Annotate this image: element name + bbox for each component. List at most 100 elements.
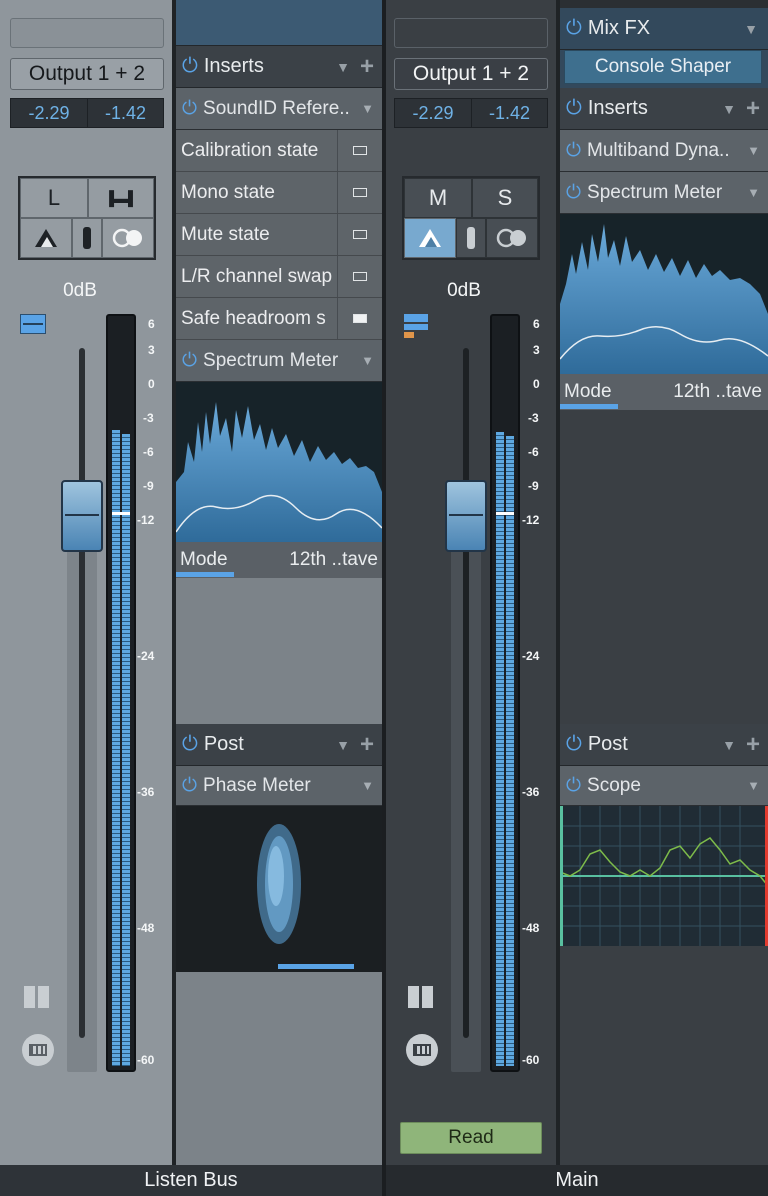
param-calibration-state[interactable]: Calibration state <box>176 130 382 172</box>
dropdown-triangle-icon[interactable]: ▼ <box>361 778 374 793</box>
power-icon[interactable]: ⏻ <box>182 733 198 756</box>
main-group-icon[interactable] <box>404 314 430 338</box>
plugin-name: Phase Meter <box>203 774 311 796</box>
listen-bus-mic-button[interactable] <box>72 218 102 258</box>
param-checkbox[interactable] <box>337 256 382 297</box>
power-icon[interactable]: ⏻ <box>182 350 197 372</box>
param-checkbox[interactable] <box>337 214 382 255</box>
power-icon[interactable]: ⏻ <box>566 17 582 40</box>
plus-icon[interactable]: + <box>746 95 760 123</box>
listen-bus-monitor-button[interactable] <box>20 218 72 258</box>
listen-bus-cue-button[interactable]: ▐▬▌ <box>88 178 154 218</box>
main-stereo-button[interactable] <box>486 218 538 258</box>
listen-bus-channel-name[interactable]: Listen Bus <box>0 1165 382 1196</box>
listen-bus-insert-soundid[interactable]: ⏻ SoundID Refere.. ▼ <box>176 88 382 130</box>
listen-bus-inserts-header[interactable]: ⏻ Inserts ▼ + <box>176 46 382 88</box>
param-checkbox[interactable] <box>337 172 382 213</box>
param-mute-state[interactable]: Mute state <box>176 214 382 256</box>
listen-bus-post-phase-meter[interactable]: ⏻ Phase Meter ▼ <box>176 766 382 806</box>
plus-icon[interactable]: + <box>746 731 760 759</box>
power-icon[interactable]: ⏻ <box>566 733 582 756</box>
param-checkbox[interactable] <box>337 130 382 171</box>
main-automation-read-button[interactable]: Read <box>400 1122 542 1154</box>
main-scale-m9: -9 <box>528 479 539 493</box>
plus-icon[interactable]: + <box>360 53 374 81</box>
power-icon[interactable]: ⏻ <box>182 98 197 120</box>
main-console-shaper[interactable]: Console Shaper <box>564 50 762 84</box>
main-inserts-empty <box>560 410 768 724</box>
main-post-header[interactable]: ⏻ Post ▼ + <box>560 724 768 766</box>
listen-bus-stereo-button[interactable] <box>102 218 154 258</box>
listen-bus-insert-spectrum-meter[interactable]: ⏻ Spectrum Meter ▼ <box>176 340 382 382</box>
post-label: Post <box>203 733 244 755</box>
listen-bus-scale-m3: -3 <box>143 411 154 425</box>
dropdown-triangle-icon[interactable]: ▼ <box>722 101 736 117</box>
listen-bus-expand-icon[interactable] <box>22 1034 54 1066</box>
main-post-empty <box>560 946 768 1165</box>
main-input-slot[interactable] <box>394 18 548 48</box>
mic-icon <box>467 227 475 249</box>
plugin-name: Spectrum Meter <box>203 349 339 371</box>
listen-bus-output-selector[interactable]: Output 1 + 2 <box>10 58 164 90</box>
listen-bus-scale-m6: -6 <box>143 445 154 459</box>
dropdown-triangle-icon[interactable]: ▼ <box>747 185 760 200</box>
main-channel-name[interactable]: Main <box>386 1165 768 1196</box>
listen-bus-layout-icon[interactable] <box>24 986 50 1008</box>
listen-bus-scale-m60: -60 <box>137 1053 155 1067</box>
dropdown-triangle-icon[interactable]: ▼ <box>747 143 760 158</box>
plugin-name: Scope <box>587 774 641 796</box>
main-level-meter <box>490 314 520 1072</box>
dropdown-triangle-icon[interactable]: ▼ <box>722 737 736 753</box>
dropdown-triangle-icon[interactable]: ▼ <box>336 737 350 753</box>
main-button-grid: M S <box>402 176 540 260</box>
param-mono-state[interactable]: Mono state <box>176 172 382 214</box>
main-insert-spectrum-meter[interactable]: ⏻ Spectrum Meter ▼ <box>560 172 768 214</box>
listen-bus-peak-right: -1.42 <box>87 98 164 128</box>
dropdown-triangle-icon[interactable]: ▼ <box>336 59 350 75</box>
listen-bus-input-slot[interactable] <box>10 18 164 48</box>
listen-bus-fader-handle[interactable] <box>61 480 103 552</box>
power-icon[interactable]: ⏻ <box>566 182 581 204</box>
mic-icon <box>83 227 91 249</box>
plus-icon[interactable]: + <box>360 731 374 759</box>
dropdown-triangle-icon[interactable]: ▼ <box>361 101 374 116</box>
main-mixfx-header[interactable]: ⏻ Mix FX ▼ <box>560 8 768 50</box>
listen-bus-scale-m48: -48 <box>137 921 155 935</box>
main-fader-slot <box>463 348 469 1038</box>
listen-bus-scale-6: 6 <box>148 317 155 331</box>
power-icon[interactable]: ⏻ <box>182 775 197 797</box>
param-checkbox[interactable] <box>337 298 382 339</box>
main-expand-icon[interactable] <box>406 1034 438 1066</box>
main-solo-button[interactable]: S <box>472 178 538 218</box>
plugin-name: Spectrum Meter <box>587 181 723 203</box>
main-scale-m48: -48 <box>522 921 540 935</box>
power-icon[interactable]: ⏻ <box>566 97 582 120</box>
param-lr-channel-swap[interactable]: L/R channel swap <box>176 256 382 298</box>
listen-bus-mode-indicator <box>176 572 234 577</box>
listen-bus-post-empty <box>176 972 382 1165</box>
main-insert-multiband[interactable]: ⏻ Multiband Dyna.. ▼ <box>560 130 768 172</box>
listen-bus-link-button[interactable]: L <box>20 178 88 218</box>
main-mic-button[interactable] <box>456 218 486 258</box>
power-icon[interactable]: ⏻ <box>182 55 198 78</box>
power-icon[interactable]: ⏻ <box>566 775 581 797</box>
listen-bus-group-icon[interactable] <box>20 314 46 334</box>
listen-bus-post-header[interactable]: ⏻ Post ▼ + <box>176 724 382 766</box>
param-safe-headroom[interactable]: Safe headroom s <box>176 298 382 340</box>
phase-scatter <box>257 824 354 969</box>
main-monitor-button[interactable] <box>404 218 456 258</box>
main-layout-icon[interactable] <box>408 986 434 1008</box>
listen-bus-panel-top <box>176 0 382 46</box>
listen-bus-button-grid: L ▐▬▌ <box>18 176 156 260</box>
dropdown-triangle-icon[interactable]: ▼ <box>747 778 760 793</box>
dropdown-triangle-icon[interactable]: ▼ <box>361 353 374 368</box>
dropdown-triangle-icon[interactable]: ▼ <box>744 21 758 37</box>
main-fader-handle[interactable] <box>445 480 487 552</box>
power-icon[interactable]: ⏻ <box>566 140 581 162</box>
listen-bus-phase-display <box>176 806 382 972</box>
main-mute-button[interactable]: M <box>404 178 472 218</box>
main-inserts-header[interactable]: ⏻ Inserts ▼ + <box>560 88 768 130</box>
main-output-selector[interactable]: Output 1 + 2 <box>394 58 548 90</box>
main-post-scope[interactable]: ⏻ Scope ▼ <box>560 766 768 806</box>
main-mode-indicator <box>560 404 618 409</box>
